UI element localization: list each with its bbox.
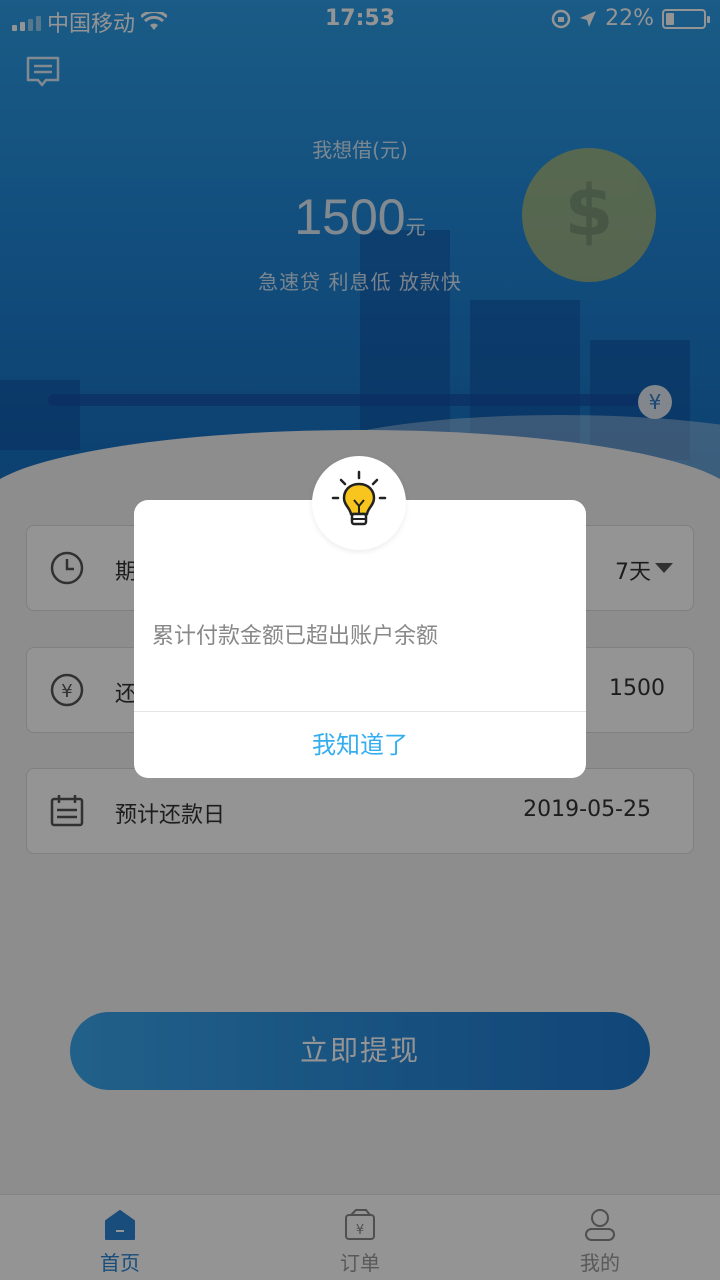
dialog-ok-button[interactable]: 我知道了 (134, 712, 586, 778)
dialog-message: 累计付款金额已超出账户余额 (152, 624, 439, 649)
alert-dialog: 累计付款金额已超出账户余额 我知道了 (134, 456, 586, 778)
lightbulb-icon (331, 470, 387, 526)
dialog-icon-badge (312, 456, 406, 550)
